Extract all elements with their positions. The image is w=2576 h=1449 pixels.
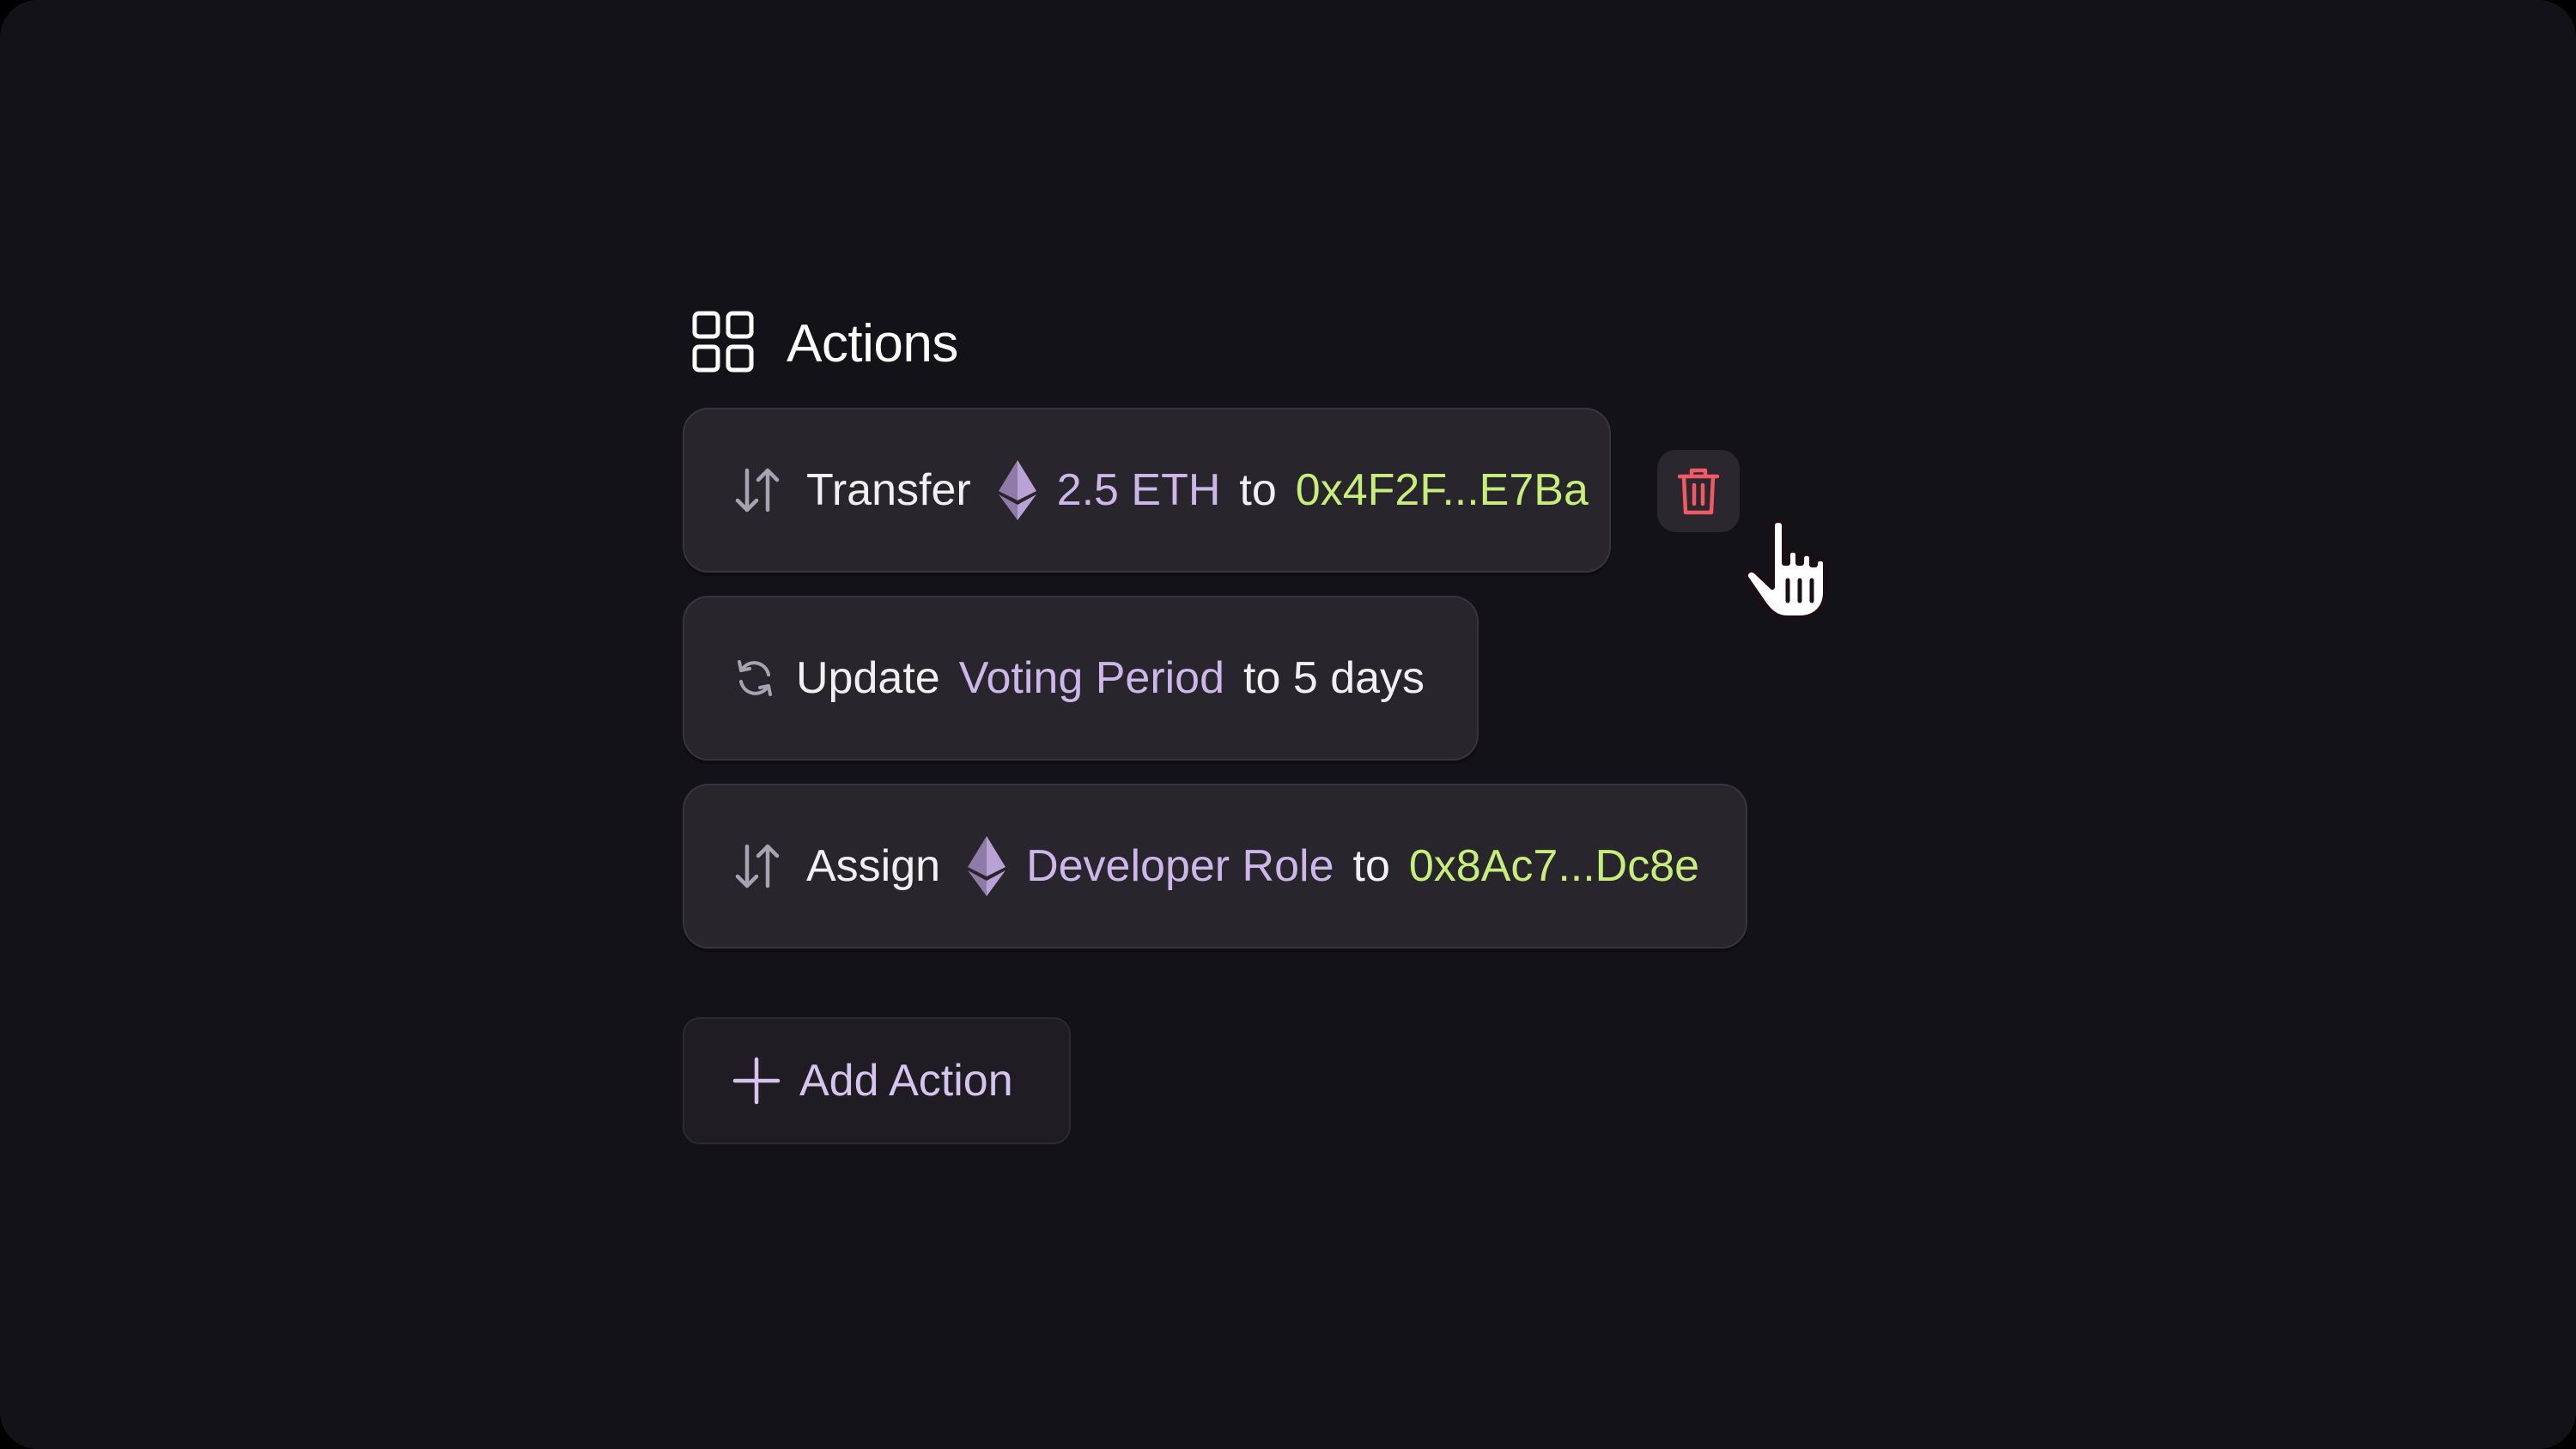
action-amount: 2.5 ETH — [1056, 465, 1221, 515]
grid-icon — [692, 311, 754, 377]
setting-value: to 5 days — [1243, 653, 1425, 703]
action-verb: Assign — [806, 841, 941, 891]
plus-icon — [732, 1057, 781, 1105]
delete-action-button[interactable] — [1657, 450, 1740, 532]
actions-header: Actions — [692, 311, 958, 376]
ethereum-icon — [968, 836, 1006, 896]
action-verb: Transfer — [806, 465, 971, 515]
hand-cursor-icon — [1735, 513, 1838, 625]
action-verb: Update — [796, 653, 940, 703]
role-name: Developer Role — [1026, 841, 1334, 891]
recipient-address: 0x4F2F...E7Ba — [1295, 465, 1589, 515]
section-title: Actions — [787, 313, 958, 373]
refresh-icon — [734, 658, 775, 699]
transfer-arrows-icon — [734, 841, 781, 891]
action-connector: to — [1239, 465, 1277, 515]
ethereum-icon — [998, 460, 1036, 520]
app-window: Actions Transfer 2.5 ETH to 0x4F2F...E7B… — [0, 0, 2576, 1449]
add-action-label: Add Action — [799, 1056, 1013, 1106]
action-card-assign[interactable]: Assign Developer Role to 0x8Ac7...Dc8e — [683, 784, 1747, 949]
add-action-button[interactable]: Add Action — [683, 1017, 1071, 1144]
setting-name: Voting Period — [958, 653, 1225, 703]
trash-icon — [1677, 466, 1720, 516]
recipient-address: 0x8Ac7...Dc8e — [1408, 841, 1700, 891]
action-card-transfer[interactable]: Transfer 2.5 ETH to 0x4F2F...E7Ba — [683, 408, 1611, 573]
action-card-update[interactable]: Update Voting Period to 5 days — [683, 596, 1479, 761]
transfer-arrows-icon — [734, 465, 781, 515]
action-connector: to — [1352, 841, 1390, 891]
